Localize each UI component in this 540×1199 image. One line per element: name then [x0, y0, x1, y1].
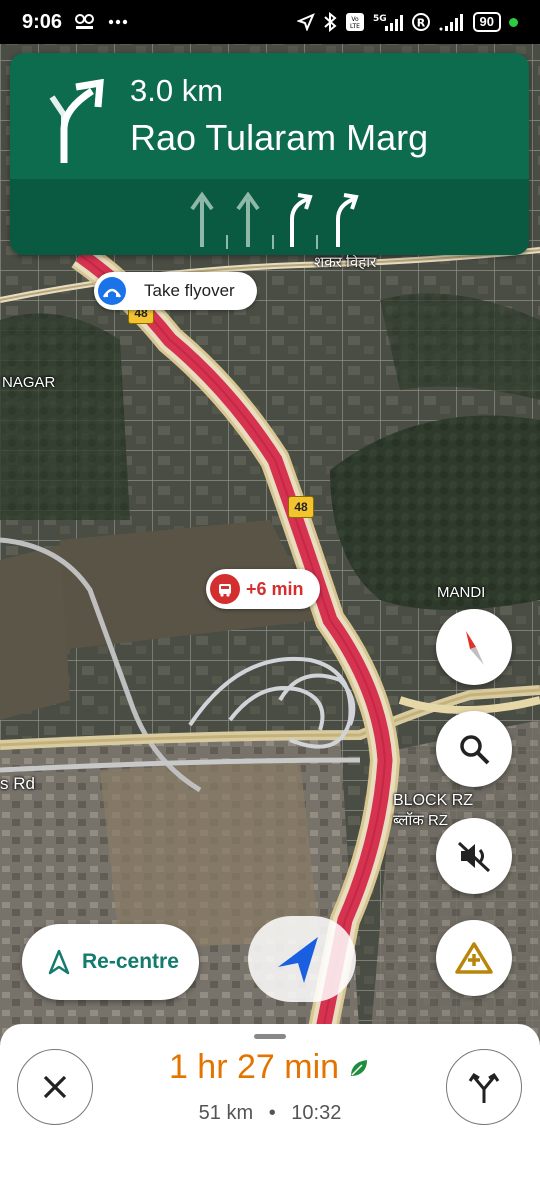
mute-button[interactable]	[436, 818, 512, 894]
status-bar: 9:06 Vo LTE 5G R 90	[0, 0, 540, 44]
compass-button[interactable]	[436, 609, 512, 685]
recentre-button[interactable]: Re-centre	[22, 924, 199, 1000]
compass-icon	[466, 631, 484, 665]
lane-slight-right-icon	[336, 193, 359, 247]
map-label-mandi: MANDI	[437, 584, 486, 601]
flyover-label: Take flyover	[144, 281, 235, 300]
bluetooth-icon	[323, 12, 337, 32]
status-time: 9:06	[22, 10, 63, 33]
privacy-dot-icon	[509, 17, 518, 27]
lane-straight-icon	[236, 191, 260, 247]
navigation-screen: 9:06 Vo LTE 5G R 90 शकर विहार NAGAR MAND…	[0, 0, 540, 1199]
report-incident-button[interactable]	[436, 920, 512, 996]
lane-slight-right-icon	[290, 193, 313, 247]
location-arrow-icon	[296, 13, 315, 31]
alternate-routes-button[interactable]	[446, 1049, 522, 1125]
signal-icon	[439, 12, 465, 32]
roaming-icon: R	[411, 12, 431, 32]
separator-dot: •	[268, 1102, 276, 1124]
location-arrow-puck-icon	[278, 937, 318, 983]
sound-muted-icon	[457, 841, 491, 873]
svg-text:R: R	[416, 17, 425, 30]
svg-text:LTE: LTE	[350, 23, 360, 30]
turn-street-name: Rao Tularam Marg	[130, 117, 429, 158]
more-notifications-icon	[108, 19, 128, 25]
recentre-label: Re-centre	[82, 950, 179, 973]
turn-distance: 3.0 km	[130, 73, 224, 108]
navigation-arrow-icon	[48, 949, 70, 975]
map-label-shakarpur: शकर विहार	[314, 254, 377, 271]
search-button[interactable]	[436, 711, 512, 787]
map-label-block-rz-hindi: ब्लॉक RZ	[393, 812, 448, 829]
map-label-nagar: NAGAR	[2, 374, 56, 391]
battery-indicator: 90	[472, 12, 501, 32]
arrival-time: 10:32	[291, 1102, 342, 1124]
traffic-car-icon	[210, 574, 240, 604]
traffic-delay-chip[interactable]: +6 min	[206, 569, 320, 609]
delay-label: +6 min	[246, 578, 304, 599]
map-label-rd: s Rd	[0, 774, 35, 793]
trip-distance: 51 km	[198, 1102, 254, 1124]
warning-add-icon	[455, 942, 493, 974]
map-label-block-rz: BLOCK RZ	[393, 792, 474, 809]
flyover-icon	[98, 277, 126, 305]
current-location-puck	[248, 916, 356, 1002]
turn-instruction-card[interactable]: 3.0 km Rao Tularam Marg	[10, 53, 529, 255]
sheet-drag-handle[interactable]	[254, 1034, 286, 1039]
eco-leaf-icon	[347, 1050, 371, 1089]
svg-text:5G: 5G	[373, 14, 387, 24]
lane-divider	[316, 235, 318, 249]
eta-duration-text: 1 hr 27 min	[168, 1048, 340, 1086]
lane-divider	[272, 235, 274, 249]
volte-icon: Vo LTE	[345, 12, 365, 32]
turn-slight-right-icon	[49, 79, 104, 163]
take-flyover-chip[interactable]: Take flyover	[94, 272, 257, 310]
svg-text:Vo: Vo	[351, 16, 359, 23]
lane-guidance	[10, 179, 529, 255]
hood-icon	[74, 13, 96, 31]
route-fork-icon	[468, 1072, 500, 1103]
lane-straight-icon	[190, 191, 214, 247]
highway-shield: 48	[288, 496, 314, 518]
search-icon	[460, 735, 490, 765]
5g-signal-icon: 5G	[373, 12, 403, 32]
trip-summary-sheet[interactable]: 1 hr 27 min 51 km • 10:32	[0, 1024, 540, 1199]
